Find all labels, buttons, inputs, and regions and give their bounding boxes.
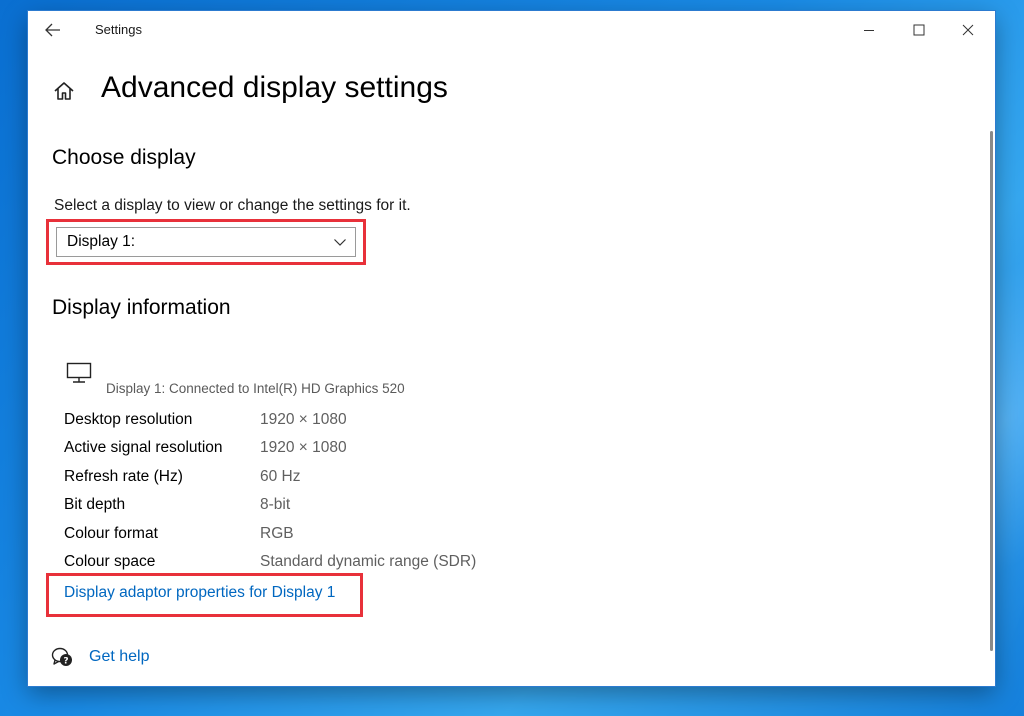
adapter-link-highlight-box: [46, 573, 363, 617]
choose-display-heading: Choose display: [52, 146, 196, 169]
monitor-icon: [66, 362, 92, 383]
title-bar: Settings: [28, 11, 995, 49]
info-label: Colour space: [64, 553, 156, 570]
settings-window: Settings Advanced display settings Choos…: [28, 11, 995, 686]
back-button[interactable]: [40, 19, 66, 41]
monitor-connection-caption: Display 1: Connected to Intel(R) HD Grap…: [106, 381, 405, 396]
info-label: Active signal resolution: [64, 439, 223, 456]
info-value: 60 Hz: [260, 468, 301, 485]
info-value: RGB: [260, 525, 294, 542]
minimize-button[interactable]: [846, 15, 892, 45]
info-label: Bit depth: [64, 496, 126, 513]
display-information-heading: Display information: [52, 296, 231, 319]
info-value: Standard dynamic range (SDR): [260, 553, 477, 570]
dropdown-highlight-box: [46, 219, 366, 265]
choose-display-description: Select a display to view or change the s…: [54, 197, 411, 214]
home-icon[interactable]: [52, 79, 76, 103]
get-help-link[interactable]: Get help: [89, 648, 149, 666]
maximize-button[interactable]: [896, 15, 942, 45]
page-title: Advanced display settings: [101, 71, 448, 104]
minimize-icon: [864, 30, 874, 31]
back-arrow-icon: [45, 23, 60, 37]
info-label: Colour format: [64, 525, 158, 542]
info-label: Refresh rate (Hz): [64, 468, 183, 485]
info-value: 1920 × 1080: [260, 439, 347, 456]
app-title: Settings: [95, 22, 142, 37]
vertical-scrollbar[interactable]: [990, 131, 993, 651]
maximize-icon: [913, 24, 925, 36]
info-label: Desktop resolution: [64, 411, 193, 428]
close-icon: [962, 24, 974, 36]
close-button[interactable]: [945, 15, 991, 45]
help-chat-icon: ?: [51, 647, 72, 667]
svg-text:?: ?: [63, 657, 68, 667]
info-value: 1920 × 1080: [260, 411, 347, 428]
info-value: 8-bit: [260, 496, 291, 513]
